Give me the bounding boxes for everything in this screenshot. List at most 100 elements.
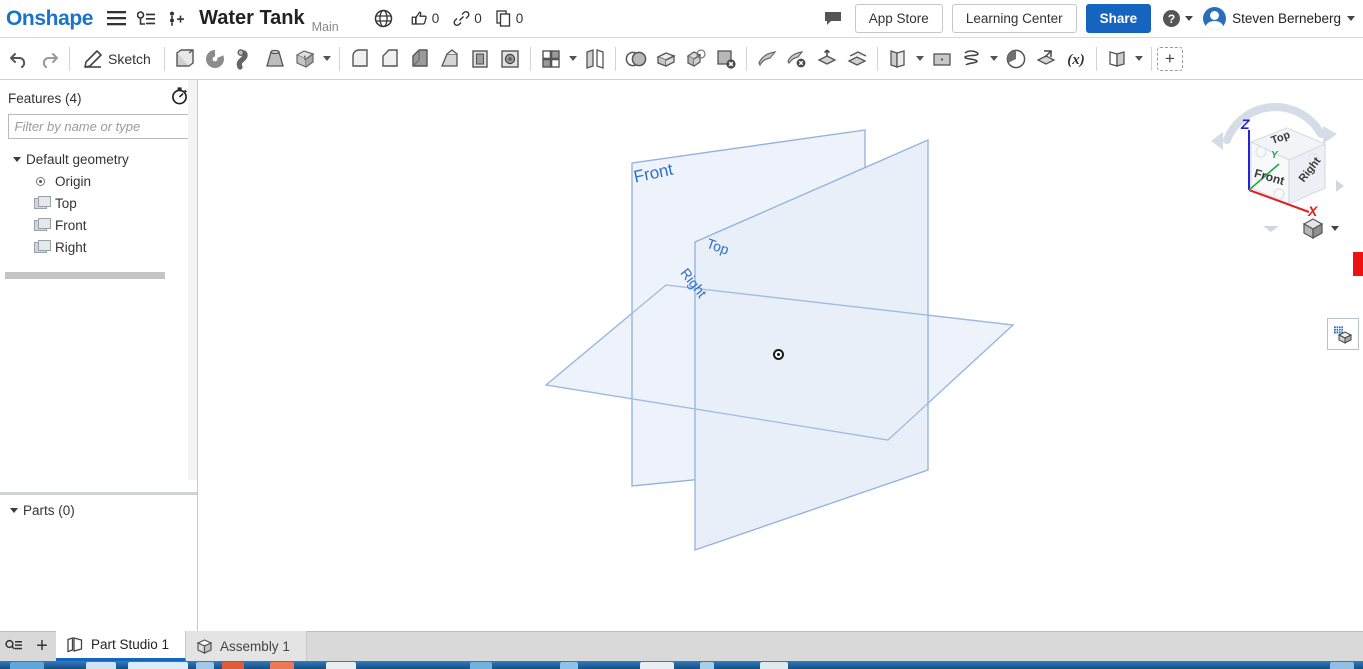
flange-icon[interactable] [883, 42, 913, 76]
chevron-down-icon[interactable] [10, 156, 23, 162]
tree-item-label: Top [55, 195, 77, 211]
version-graph-icon[interactable] [133, 6, 159, 32]
replace-face-icon[interactable] [782, 42, 812, 76]
boolean-icon[interactable] [621, 42, 651, 76]
enclose-icon[interactable] [842, 42, 872, 76]
revolve-icon[interactable] [200, 42, 230, 76]
app-store-button[interactable]: App Store [854, 4, 943, 33]
tree-item-top[interactable]: Top [0, 192, 197, 214]
svg-text:(x): (x) [1067, 52, 1085, 68]
likes-counter[interactable]: 0 [411, 10, 439, 27]
custom-feature-dropdown-caret-icon[interactable] [1132, 42, 1146, 76]
flange-dropdown-caret-icon[interactable] [913, 42, 927, 76]
sheet-metal-icon[interactable] [812, 42, 842, 76]
origin-point-marker[interactable] [773, 349, 784, 360]
taskbar-icon[interactable] [1330, 662, 1354, 669]
user-name-label[interactable]: Steven Berneberg [1232, 11, 1341, 26]
part-studio-icon [66, 636, 84, 653]
view-style-menu[interactable] [1300, 216, 1339, 240]
stopwatch-icon[interactable] [170, 86, 189, 110]
panel-splitter[interactable] [0, 492, 197, 495]
fillet-icon[interactable] [345, 42, 375, 76]
user-avatar[interactable] [1203, 7, 1227, 30]
sketch-button[interactable]: Sketch [75, 44, 159, 74]
onshape-logo[interactable]: Onshape [6, 7, 93, 31]
plane-icon [33, 239, 51, 254]
links-counter[interactable]: 0 [453, 10, 482, 27]
hole-icon[interactable] [495, 42, 525, 76]
pattern-icon[interactable] [536, 42, 566, 76]
tree-item-right[interactable]: Right [0, 236, 197, 258]
draft-icon[interactable] [435, 42, 465, 76]
svg-text:?: ? [1168, 12, 1175, 26]
onshape-window: Onshape Water Tank Main 0 0 0 App Store … [0, 0, 1363, 669]
rib-icon[interactable] [405, 42, 435, 76]
taskbar-icon[interactable] [700, 662, 714, 669]
tree-item-origin[interactable]: Origin [0, 170, 197, 192]
links-count: 0 [474, 11, 482, 26]
rollback-bar[interactable] [5, 272, 165, 279]
hamburger-menu-icon[interactable] [103, 6, 129, 32]
taskbar-icon[interactable] [470, 662, 492, 669]
sketch-label: Sketch [108, 50, 151, 67]
tab-part-studio-1[interactable]: Part Studio 1 [56, 631, 187, 661]
parts-section-header[interactable]: Parts (0) [0, 498, 197, 522]
taskbar-icon[interactable] [196, 662, 214, 669]
helix-icon[interactable] [957, 42, 987, 76]
taskbar-icon[interactable] [326, 662, 356, 669]
user-menu-caret-icon[interactable] [1347, 16, 1355, 21]
move-face-icon[interactable] [752, 42, 782, 76]
shell-icon[interactable] [465, 42, 495, 76]
toolbar-divider [745, 46, 747, 71]
split-icon[interactable] [651, 42, 681, 76]
variable-icon[interactable]: (x) [1061, 42, 1091, 76]
add-tab-button[interactable]: + [28, 631, 56, 661]
help-caret-icon [1185, 16, 1194, 21]
redo-arrow-icon[interactable] [34, 42, 64, 76]
taskbar-icon[interactable] [640, 662, 674, 669]
extrude-icon[interactable] [170, 42, 200, 76]
tree-group-default-geometry[interactable]: Default geometry [0, 148, 197, 170]
add-feature-button[interactable]: + [1156, 46, 1183, 71]
panel-scrollbar[interactable] [188, 80, 197, 480]
undo-arrow-icon[interactable] [4, 42, 34, 76]
taskbar-icon[interactable] [10, 662, 44, 669]
chevron-down-icon[interactable] [7, 507, 20, 513]
transform-icon[interactable] [681, 42, 711, 76]
taskbar-icon[interactable] [86, 662, 116, 669]
pattern-dropdown-caret-icon[interactable] [566, 42, 580, 76]
chamfer-icon[interactable] [375, 42, 405, 76]
mirror-icon[interactable] [580, 42, 610, 76]
comment-bubble-icon[interactable] [820, 6, 846, 32]
copies-counter[interactable]: 0 [496, 10, 523, 27]
document-title[interactable]: Water Tank [199, 7, 305, 30]
taskbar-icon[interactable] [222, 662, 244, 669]
thicken-dropdown-caret-icon[interactable] [320, 42, 334, 76]
learning-center-button[interactable]: Learning Center [951, 4, 1077, 33]
taskbar-icon[interactable] [270, 662, 294, 669]
display-settings-button[interactable] [1327, 318, 1359, 350]
import-derived-icon[interactable] [1031, 42, 1061, 76]
tree-item-front[interactable]: Front [0, 214, 197, 236]
taskbar-icon[interactable] [560, 662, 578, 669]
pie-section-icon[interactable] [1001, 42, 1031, 76]
globe-icon[interactable] [371, 6, 397, 32]
feature-filter-input[interactable] [7, 114, 190, 139]
help-menu[interactable]: ? [1162, 9, 1194, 28]
thicken-icon[interactable]: t [290, 42, 320, 76]
taskbar-icon[interactable] [760, 662, 788, 669]
tab-assembly-1[interactable]: Assembly 1 [186, 631, 307, 661]
loft-icon[interactable] [260, 42, 290, 76]
delete-face-icon[interactable] [711, 42, 741, 76]
view-style-caret-icon[interactable] [1331, 225, 1339, 231]
tab-list-icon[interactable] [0, 631, 28, 661]
taskbar-icon[interactable] [128, 662, 188, 669]
graphics-viewport[interactable]: Front Top Right Top Front Right Z X Y [198, 80, 1363, 631]
plane-icon [33, 217, 51, 232]
helix-dropdown-caret-icon[interactable] [987, 42, 1001, 76]
branch-point-icon[interactable] [163, 6, 189, 32]
plane-icon[interactable] [927, 42, 957, 76]
share-button[interactable]: Share [1085, 4, 1152, 33]
sweep-icon[interactable] [230, 42, 260, 76]
custom-feature-icon[interactable] [1102, 42, 1132, 76]
